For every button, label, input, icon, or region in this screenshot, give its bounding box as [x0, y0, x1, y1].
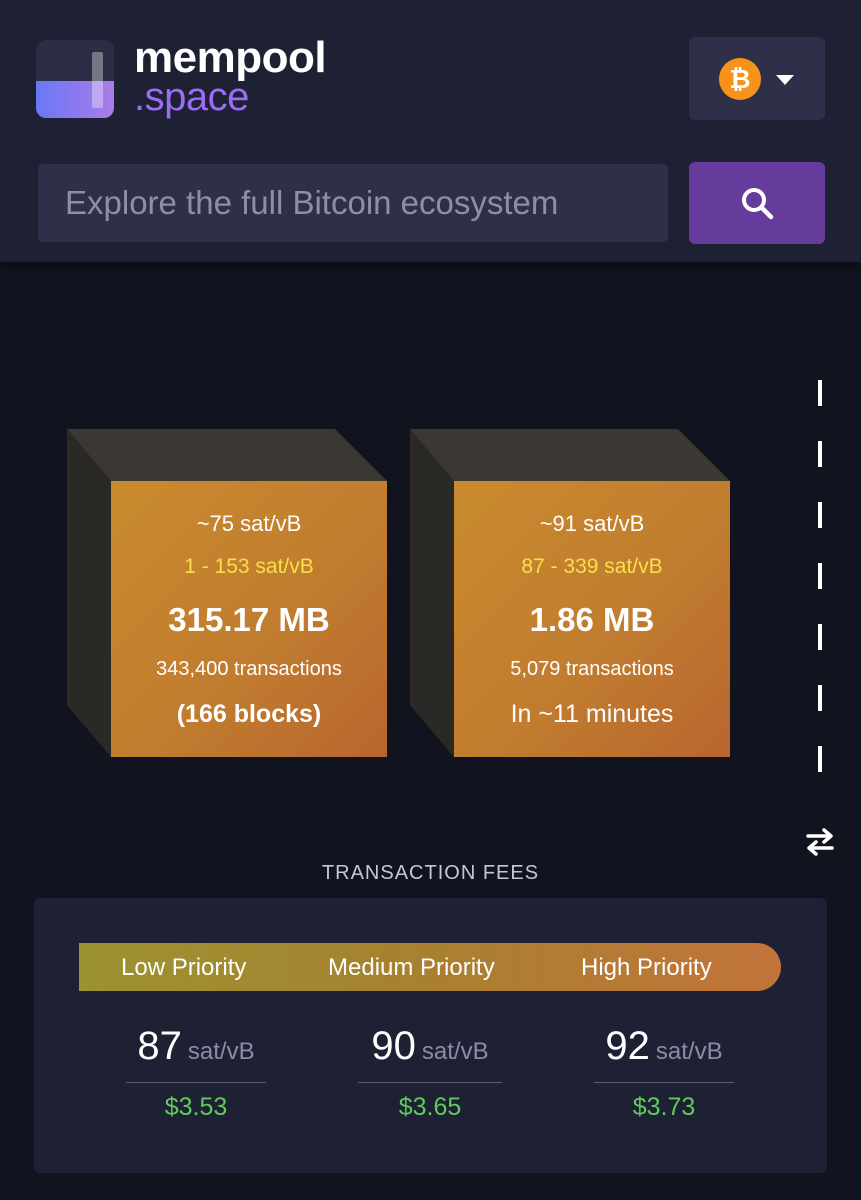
priority-label-medium: Medium Priority	[328, 954, 495, 981]
fee-divider	[358, 1082, 502, 1083]
block-size: 1.86 MB	[529, 601, 655, 638]
fee-low: 87 sat/vB $3.53	[121, 1026, 271, 1122]
block-eta: (166 blocks)	[176, 700, 322, 728]
fee-divider	[594, 1082, 734, 1083]
mempool-block-2[interactable]: ~91 sat/vB 87 - 339 sat/vB 1.86 MB 5,079…	[410, 429, 730, 759]
block-eta: In ~11 minutes	[510, 700, 674, 728]
block-size: 315.17 MB	[168, 601, 330, 638]
search-input[interactable]: Explore the full Bitcoin ecosystem	[38, 164, 668, 242]
swap-direction-icon[interactable]	[804, 826, 836, 858]
fee-rate: 87	[137, 1024, 182, 1068]
priority-label-high: High Priority	[581, 954, 712, 981]
block-median-fee: ~91 sat/vB	[539, 511, 645, 536]
block-fee-range: 87 - 339 sat/vB	[521, 555, 663, 578]
search-icon	[742, 188, 774, 220]
fee-high: 92 sat/vB $3.73	[589, 1026, 739, 1122]
fees-title: TRANSACTION FEES	[321, 862, 540, 884]
brand-line-2: .space	[134, 75, 249, 119]
fee-unit: sat/vB	[187, 1038, 255, 1065]
fee-unit: sat/vB	[421, 1038, 489, 1065]
block-face: ~75 sat/vB 1 - 153 sat/vB 315.17 MB 343,…	[111, 481, 387, 757]
logo-bar	[92, 52, 103, 108]
block-tx-count: 343,400 transactions	[156, 658, 342, 680]
mempool-divider-line	[818, 380, 823, 820]
mempool-block-1[interactable]: ~75 sat/vB 1 - 153 sat/vB 315.17 MB 343,…	[67, 429, 387, 759]
fees-panel: Low Priority Medium Priority High Priori…	[34, 898, 827, 1173]
priority-label-low: Low Priority	[121, 954, 247, 981]
fee-usd: $3.65	[398, 1093, 462, 1121]
fee-divider	[126, 1082, 266, 1083]
search-button[interactable]	[689, 162, 825, 244]
fee-rate: 90	[371, 1024, 416, 1068]
priority-bar: Low Priority Medium Priority High Priori…	[79, 943, 781, 991]
chevron-down-icon	[776, 75, 794, 85]
brand-line-1: mempool	[134, 33, 327, 82]
fee-unit: sat/vB	[655, 1038, 723, 1065]
mempool-logo[interactable]	[36, 40, 114, 118]
fee-usd: $3.73	[632, 1093, 696, 1121]
block-face: ~91 sat/vB 87 - 339 sat/vB 1.86 MB 5,079…	[454, 481, 730, 757]
network-selector-button[interactable]: ₿	[689, 37, 825, 120]
block-median-fee: ~75 sat/vB	[196, 511, 302, 536]
fee-medium: 90 sat/vB $3.65	[355, 1026, 505, 1122]
brand-name[interactable]: mempool .space	[134, 33, 327, 119]
block-fee-range: 1 - 153 sat/vB	[184, 555, 314, 578]
fee-usd: $3.53	[164, 1093, 228, 1121]
bitcoin-icon: ₿	[719, 58, 761, 100]
fee-rate: 92	[605, 1024, 650, 1068]
app-header: mempool .space ₿ Explore the full Bitcoi…	[0, 0, 861, 262]
block-tx-count: 5,079 transactions	[510, 658, 674, 680]
